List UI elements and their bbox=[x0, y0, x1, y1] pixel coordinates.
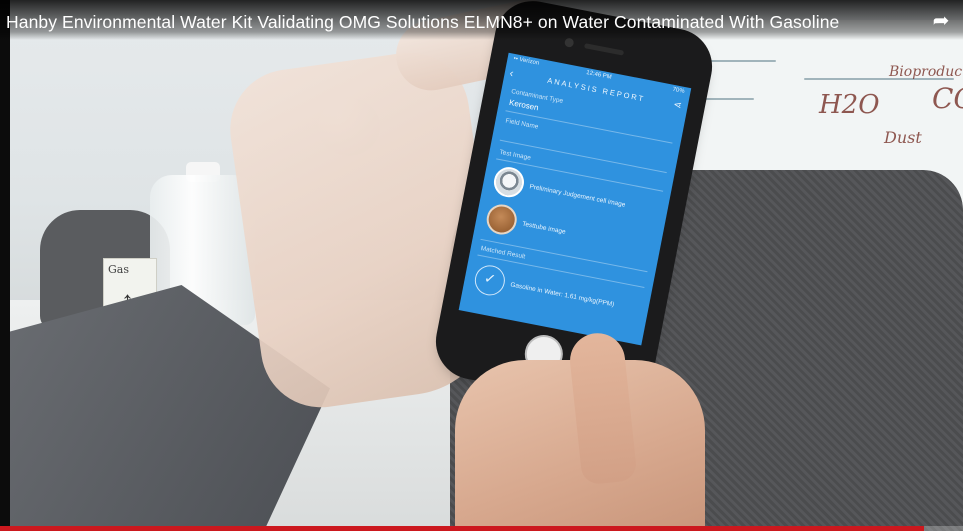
result-check-badge: ✓ bbox=[472, 262, 508, 298]
whiteboard-text-bioproducts: Bioproducts bbox=[889, 64, 963, 80]
whiteboard-text-co: CO bbox=[932, 82, 963, 115]
progress-bar-fill bbox=[0, 526, 925, 531]
letterbox-edge bbox=[0, 0, 10, 531]
video-title[interactable]: Hanby Environmental Water Kit Validating… bbox=[6, 12, 839, 33]
testtube-thumbnail[interactable] bbox=[484, 201, 520, 238]
whiteboard-text-dust: Dust bbox=[884, 128, 922, 147]
carrier-label: •• Verizon bbox=[513, 55, 540, 67]
title-bar: Hanby Environmental Water Kit Validating… bbox=[0, 0, 963, 40]
battery-level: 70% bbox=[672, 86, 685, 95]
testtube-caption[interactable]: Testtube image bbox=[522, 221, 567, 236]
matched-result-text: Gasoline in Water: 1.61 mg/kg(PPM) bbox=[509, 281, 615, 309]
progress-bar[interactable] bbox=[0, 526, 963, 531]
video-player[interactable]: H2O Bioproducts Dust CO Gas ↑ •• Verizon… bbox=[0, 0, 963, 531]
back-chevron-icon[interactable]: ‹ bbox=[509, 67, 521, 81]
gas-box-label: Gas bbox=[108, 263, 129, 276]
whiteboard-text-h2o: H2O bbox=[819, 90, 880, 120]
checkmark-icon: ✓ bbox=[482, 269, 498, 288]
status-time: 12:46 PM bbox=[585, 69, 613, 81]
field-name-label: Field Name bbox=[504, 117, 539, 131]
judgement-cell-thumbnail[interactable] bbox=[491, 164, 527, 200]
contaminant-type-value[interactable]: Kerosen bbox=[508, 98, 539, 113]
share-arrow-icon[interactable]: ➦ bbox=[929, 10, 953, 32]
share-icon[interactable]: ⋖ bbox=[672, 99, 682, 111]
judgement-cell-caption[interactable]: Preliminary Judgement cell image bbox=[529, 183, 626, 208]
